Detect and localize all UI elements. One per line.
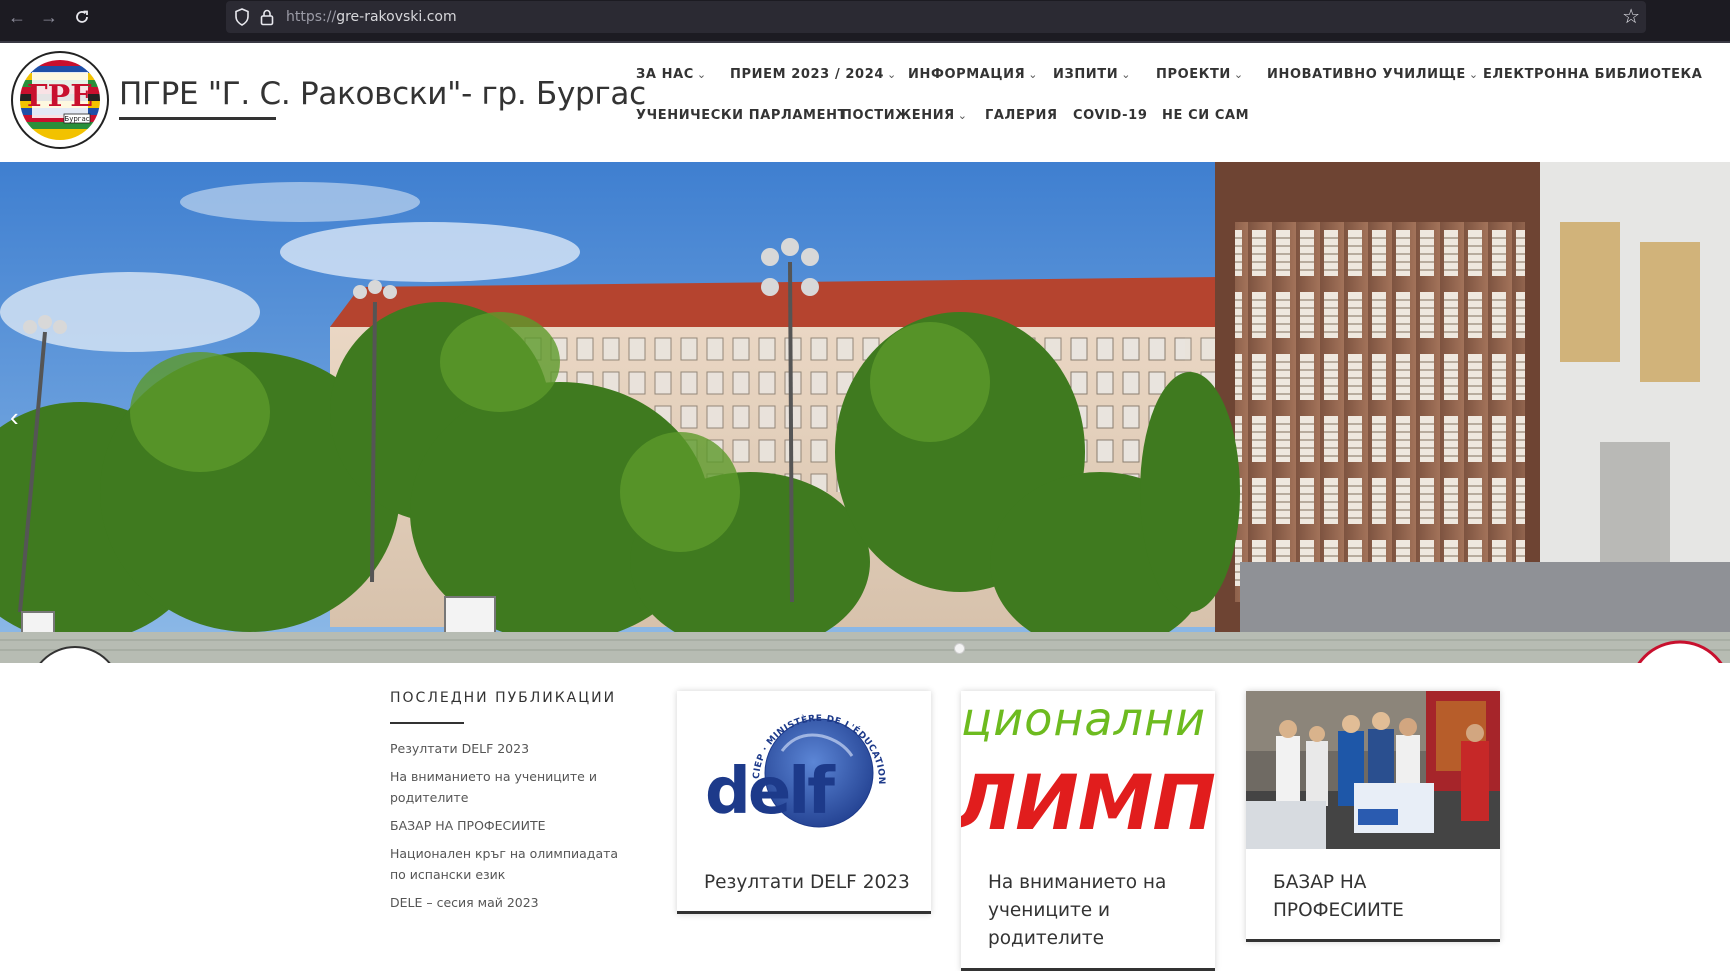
menu-item-informatsiya[interactable]: ИНФОРМАЦИЯ ⌄	[908, 67, 1038, 82]
recent-post-link[interactable]: Национален кръг на олимпиадата по испанс…	[390, 843, 630, 885]
title-underline	[119, 117, 276, 120]
menu-item-priem[interactable]: ПРИЕМ 2023 / 2024 ⌄	[730, 67, 897, 82]
post-thumbnail[interactable]: CIEP · MINISTÈRE DE L'ÉDUCATION · FRANCE…	[677, 691, 931, 849]
slider-prev-button[interactable]: ‹	[10, 402, 19, 433]
school-logo[interactable]: ГРЕ Бургас	[10, 50, 110, 150]
menu-item-label: ГАЛЕРИЯ	[985, 108, 1058, 123]
url-domain: gre-rakovski.com	[336, 9, 457, 25]
menu-item-galeriya[interactable]: ГАЛЕРИЯ	[985, 108, 1058, 123]
browser-toolbar: ← → https://gre-rakovski.com ☆	[0, 0, 1730, 41]
address-bar[interactable]: https://gre-rakovski.com ☆	[226, 1, 1646, 33]
olympiad-banner: ционални ЛИМПИАД	[961, 691, 1215, 849]
reload-button[interactable]	[71, 6, 93, 28]
post-thumbnail[interactable]: ционални ЛИМПИАД	[961, 691, 1215, 849]
recent-posts-widget: ПОСЛЕДНИ ПУБЛИКАЦИИ Резултати DELF 2023 …	[390, 690, 630, 920]
menu-item-elektronna-biblioteka[interactable]: ЕЛЕКТРОННА БИБЛИОТЕКА	[1483, 67, 1702, 82]
url-text: https://gre-rakovski.com	[286, 9, 457, 25]
hero-image	[0, 162, 1730, 663]
menu-item-label: ПОСТИЖЕНИЯ	[841, 108, 955, 123]
star-icon[interactable]: ☆	[1622, 4, 1640, 29]
delf-wordmark: delf	[705, 755, 836, 829]
forward-button[interactable]: →	[38, 6, 60, 28]
event-photo	[1246, 691, 1500, 849]
post-card-title[interactable]: На вниманието на учениците и родителите	[961, 849, 1215, 953]
post-card-delf[interactable]: CIEP · MINISTÈRE DE L'ÉDUCATION · FRANCE…	[677, 691, 931, 914]
chevron-down-icon: ⌄	[1028, 68, 1039, 81]
menu-item-izpiti[interactable]: ИЗПИТИ ⌄	[1053, 67, 1131, 82]
olympiad-text-top: ционални	[961, 692, 1206, 746]
chevron-down-icon: ⌄	[1121, 68, 1132, 81]
svg-text:Бургас: Бургас	[64, 115, 89, 123]
menu-item-label: ИЗПИТИ	[1053, 67, 1119, 82]
menu-item-label: НЕ СИ САМ	[1162, 108, 1250, 123]
arrow-right-icon: →	[40, 7, 58, 27]
menu-item-uchenicheski-parlament[interactable]: УЧЕНИЧЕСКИ ПАРЛАМЕНТ	[636, 108, 847, 123]
menu-item-label: ЕЛЕКТРОННА БИБЛИОТЕКА	[1483, 67, 1703, 82]
delf-logo: CIEP · MINISTÈRE DE L'ÉDUCATION · FRANCE…	[677, 691, 886, 829]
recent-post-link[interactable]: Резултати DELF 2023	[390, 738, 630, 759]
menu-item-ne-si-sam[interactable]: НЕ СИ САМ	[1162, 108, 1249, 123]
svg-text:ГРЕ: ГРЕ	[27, 79, 93, 114]
reload-icon	[76, 10, 88, 23]
hero-slider[interactable]: ‹	[0, 162, 1730, 663]
chevron-down-icon: ⌄	[696, 68, 707, 81]
shield-icon[interactable]	[234, 8, 250, 26]
olympiad-text-bottom: ЛИМПИАД	[961, 758, 1215, 847]
site-header: ГРЕ Бургас ПГРЕ "Г. С. Раковски"- гр. Бу…	[0, 43, 1730, 162]
recent-post-link[interactable]: На вниманието на учениците и родителите	[390, 766, 630, 808]
url-protocol: https://	[286, 9, 337, 25]
post-thumbnail[interactable]	[1246, 691, 1500, 849]
menu-item-label: ИНОВАТИВНО УЧИЛИЩЕ	[1267, 67, 1466, 82]
chevron-down-icon: ⌄	[1233, 68, 1244, 81]
menu-item-label: ЗА НАС	[636, 67, 694, 82]
site-title[interactable]: ПГРЕ "Г. С. Раковски"- гр. Бургас	[119, 76, 646, 112]
menu-item-label: COVID-19	[1073, 108, 1148, 123]
post-card-title[interactable]: БАЗАР НА ПРОФЕСИИТЕ	[1246, 849, 1500, 925]
menu-item-inovativno-uchilishte[interactable]: ИНОВАТИВНО УЧИЛИЩЕ ⌄	[1267, 67, 1479, 82]
back-button[interactable]: ←	[6, 6, 28, 28]
slider-dot[interactable]	[954, 643, 965, 654]
post-card-olympiad[interactable]: ционални ЛИМПИАД На вниманието на учениц…	[961, 691, 1215, 971]
recent-post-link[interactable]: DELE – сесия май 2023	[390, 892, 630, 913]
menu-item-covid-19[interactable]: COVID-19	[1073, 108, 1147, 123]
recent-post-link[interactable]: БАЗАР НА ПРОФЕСИИТЕ	[390, 815, 630, 836]
heading-underline	[390, 722, 464, 724]
menu-item-label: ИНФОРМАЦИЯ	[908, 67, 1026, 82]
chevron-down-icon: ⌄	[1468, 68, 1479, 81]
menu-item-label: ПРИЕМ 2023 / 2024	[730, 67, 884, 82]
arrow-left-icon: ←	[8, 7, 26, 27]
chevron-down-icon: ⌄	[957, 109, 968, 122]
lock-icon[interactable]	[260, 8, 274, 26]
menu-item-proekti[interactable]: ПРОЕКТИ ⌄	[1156, 67, 1244, 82]
post-card-bazar[interactable]: БАЗАР НА ПРОФЕСИИТЕ	[1246, 691, 1500, 942]
menu-item-label: ПРОЕКТИ	[1156, 67, 1231, 82]
menu-item-za-nas[interactable]: ЗА НАС ⌄	[636, 67, 707, 82]
menu-item-postizheniya[interactable]: ПОСТИЖЕНИЯ ⌄	[841, 108, 968, 123]
menu-item-label: УЧЕНИЧЕСКИ ПАРЛАМЕНТ	[636, 108, 848, 123]
recent-posts-heading: ПОСЛЕДНИ ПУБЛИКАЦИИ	[390, 690, 617, 706]
chevron-down-icon: ⌄	[887, 68, 897, 81]
post-card-title[interactable]: Резултати DELF 2023	[677, 849, 931, 897]
